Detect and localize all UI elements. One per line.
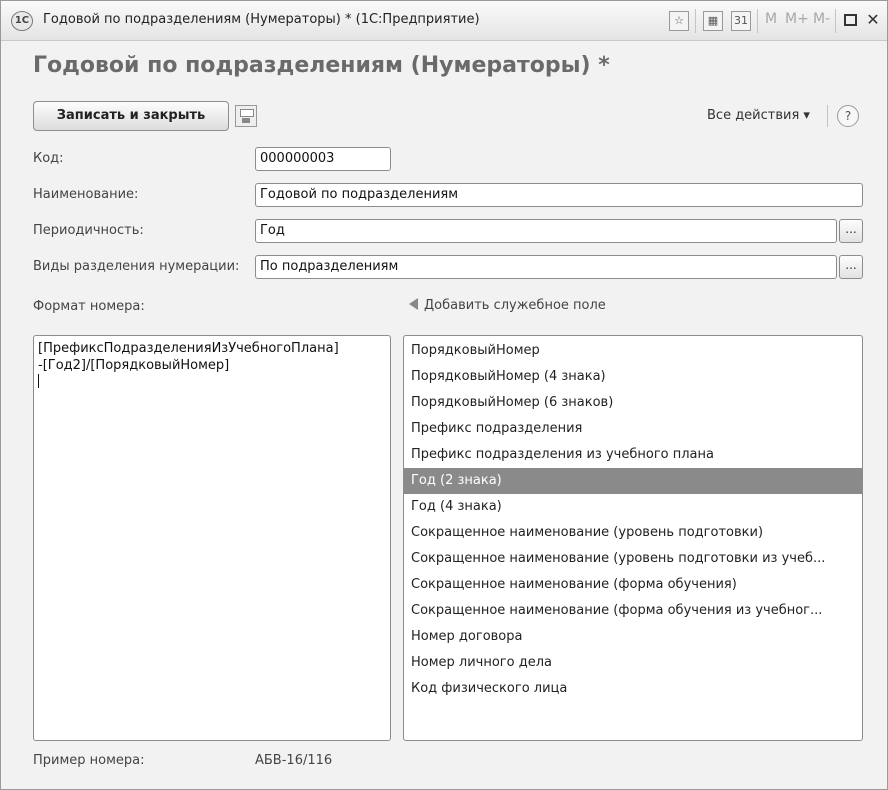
list-item[interactable]: Год (4 знака) [404,494,862,520]
toolbar-divider [757,9,758,33]
close-button[interactable]: ✕ [863,9,883,31]
star-icon[interactable]: ☆ [669,11,689,31]
memory-m-button[interactable]: M [765,11,777,27]
list-item[interactable]: ПорядковыйНомер (6 знаков) [404,390,862,416]
maximize-button[interactable] [841,9,861,31]
list-item[interactable]: Номер договора [404,624,862,650]
list-item[interactable]: Код физического лица [404,676,862,702]
format-line-2: -[Год2]/[ПорядковыйНомер] [38,357,386,388]
actions-divider [827,105,828,127]
toolbar-divider [835,9,836,33]
list-item[interactable]: Номер личного дела [404,650,862,676]
sample-number-value: АБВ-16/116 [255,753,333,768]
list-item[interactable]: Сокращенное наименование (форма обучения… [404,598,862,624]
list-item[interactable]: Сокращенное наименование (форма обучения… [404,572,862,598]
periodicity-field[interactable]: Год [255,219,837,243]
list-item[interactable]: Сокращенное наименование (уровень подгот… [404,520,862,546]
format-line-2-text: -[Год2]/[ПорядковыйНомер] [38,358,230,373]
list-item[interactable]: Год (2 знака) [404,468,862,494]
division-type-select-button[interactable]: ... [839,255,863,279]
division-type-field[interactable]: По подразделениям [255,255,837,279]
format-line-1: [ПрефиксПодразделенияИзУчебногоПлана] [38,341,339,356]
all-actions-menu[interactable]: Все действия ▾ [707,108,810,123]
list-item[interactable]: ПорядковыйНомер (4 знака) [404,364,862,390]
floppy-disk-icon[interactable] [235,105,257,127]
list-item[interactable]: Префикс подразделения из учебного плана [404,442,862,468]
division-type-label: Виды разделения нумерации: [33,259,240,274]
form-window: 1С Годовой по подразделениям (Нумераторы… [0,0,888,790]
calculator-icon[interactable]: ▦ [703,11,723,31]
maximize-icon [844,14,857,26]
name-label: Наименование: [33,187,139,202]
toolbar-divider [695,9,696,33]
add-service-field-button[interactable]: Добавить служебное поле [409,298,606,313]
number-format-textarea[interactable]: [ПрефиксПодразделенияИзУчебногоПлана] -[… [33,335,391,741]
memory-plus-button[interactable]: M+ [785,11,809,27]
code-label: Код: [33,151,64,166]
number-format-label: Формат номера: [33,299,145,314]
service-fields-list[interactable]: ПорядковыйНомер ПорядковыйНомер (4 знака)… [403,335,863,741]
arrow-left-icon [409,298,418,310]
sample-number-label: Пример номера: [33,753,145,768]
code-field[interactable]: 000000003 [255,147,391,171]
app-logo-icon[interactable]: 1С [11,11,33,31]
list-item[interactable]: Префикс подразделения [404,416,862,442]
periodicity-label: Периодичность: [33,223,144,238]
text-caret [38,374,39,388]
window-title: Годовой по подразделениям (Нумераторы) *… [43,12,480,27]
page-title: Годовой по подразделениям (Нумераторы) * [33,53,610,78]
add-service-field-label: Добавить служебное поле [424,298,606,313]
memory-minus-button[interactable]: M- [813,11,830,27]
save-and-close-button[interactable]: Записать и закрыть [33,101,229,131]
name-field[interactable]: Годовой по подразделениям [255,183,863,207]
help-icon[interactable]: ? [837,105,859,127]
list-item[interactable]: ПорядковыйНомер [404,338,862,364]
periodicity-select-button[interactable]: ... [839,219,863,243]
list-item[interactable]: Сокращенное наименование (уровень подгот… [404,546,862,572]
title-bar: 1С Годовой по подразделениям (Нумераторы… [1,1,887,41]
calendar-icon[interactable]: 31 [731,11,751,31]
